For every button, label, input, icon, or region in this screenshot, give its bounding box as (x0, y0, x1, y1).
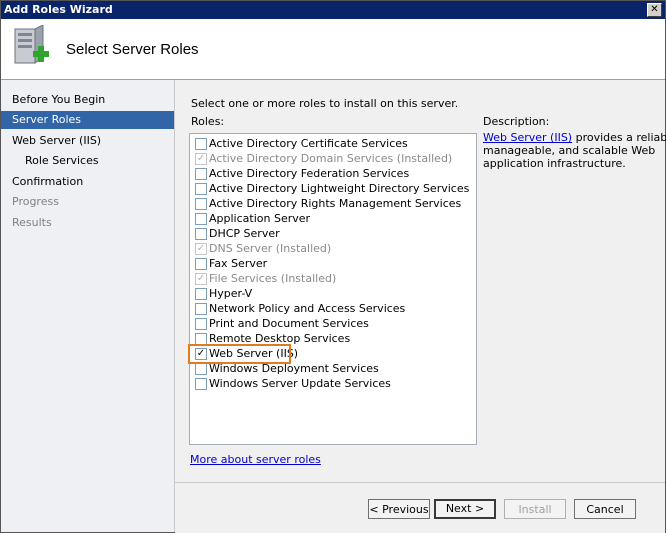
role-label: Active Directory Certificate Services (209, 137, 408, 150)
page-title: Select Server Roles (66, 41, 199, 58)
role-label: Fax Server (209, 257, 268, 270)
description-text-1: provides a reliable, (575, 131, 666, 144)
role-label: Application Server (209, 212, 311, 225)
install-button: Install (504, 499, 566, 519)
wizard-nav: Before You Begin Server Roles Web Server… (1, 80, 175, 532)
role-checkbox[interactable] (195, 318, 207, 330)
role-label: Print and Document Services (209, 317, 369, 330)
role-label: Windows Server Update Services (209, 377, 391, 390)
nav-item-before-you-begin[interactable]: Before You Begin (1, 91, 174, 109)
role-checkbox[interactable] (195, 168, 207, 180)
role-label: Hyper-V (209, 287, 253, 300)
role-checkbox[interactable] (195, 228, 207, 240)
role-checkbox[interactable] (195, 378, 207, 390)
wizard-footer: < Previous Next > Install Cancel (175, 482, 665, 533)
role-label: Windows Deployment Services (209, 362, 379, 375)
close-icon[interactable]: ✕ (647, 3, 662, 17)
wizard-header: Select Server Roles (1, 19, 665, 80)
next-button[interactable]: Next > (434, 499, 496, 519)
role-checkbox: ✓ (195, 273, 207, 285)
cancel-button[interactable]: Cancel (574, 499, 636, 519)
description-label: Description: (483, 115, 550, 128)
role-checkbox[interactable] (195, 183, 207, 195)
role-label: DNS Server (Installed) (209, 242, 332, 255)
role-label: Active Directory Federation Services (209, 167, 410, 180)
description-link[interactable]: Web Server (IIS) (483, 131, 572, 144)
role-checkbox[interactable] (195, 138, 207, 150)
role-label: Active Directory Domain Services (Instal… (209, 152, 453, 165)
nav-item-server-roles[interactable]: Server Roles (1, 111, 174, 129)
title-bar[interactable]: Add Roles Wizard ✕ (1, 1, 665, 19)
nav-item-progress: Progress (12, 195, 59, 208)
role-checkbox[interactable] (195, 258, 207, 270)
more-about-roles-link[interactable]: More about server roles (190, 453, 321, 466)
role-label: Active Directory Lightweight Directory S… (209, 182, 470, 195)
role-checkbox: ✓ (195, 243, 207, 255)
roles-label: Roles: (191, 115, 225, 128)
role-label: Active Directory Rights Management Servi… (209, 197, 462, 210)
role-checkbox[interactable] (195, 288, 207, 300)
main-panel: Select one or more roles to install on t… (175, 80, 666, 480)
nav-item-web-server-iis[interactable]: Web Server (IIS) (1, 132, 174, 150)
nav-item-confirmation[interactable]: Confirmation (1, 173, 174, 191)
roles-list: Active Directory Certificate Services ✓ A… (189, 133, 477, 445)
description-line-3: application infrastructure. (483, 157, 626, 170)
role-checkbox[interactable] (195, 213, 207, 225)
instruction-text: Select one or more roles to install on t… (191, 97, 459, 110)
add-roles-wizard-window: Add Roles Wizard ✕ Select Server Roles B… (0, 0, 666, 533)
server-add-icon (14, 25, 49, 64)
role-label: DHCP Server (209, 227, 280, 240)
selection-highlight (188, 344, 291, 364)
previous-button[interactable]: < Previous (368, 499, 430, 519)
role-label: File Services (Installed) (209, 272, 337, 285)
description-line-2: manageable, and scalable Web (483, 144, 656, 157)
role-checkbox[interactable] (195, 303, 207, 315)
role-checkbox[interactable] (195, 363, 207, 375)
description-line-1: Web Server (IIS) provides a reliable, (483, 131, 666, 144)
role-label: Network Policy and Access Services (209, 302, 406, 315)
window-title: Add Roles Wizard (4, 3, 113, 16)
role-checkbox: ✓ (195, 153, 207, 165)
nav-item-role-services[interactable]: Role Services (1, 152, 174, 170)
nav-item-results: Results (12, 216, 52, 229)
role-checkbox[interactable] (195, 198, 207, 210)
